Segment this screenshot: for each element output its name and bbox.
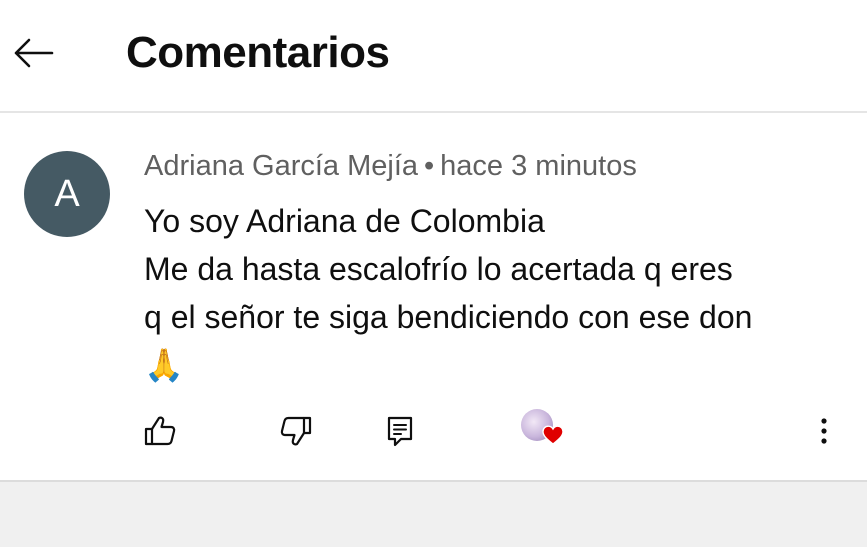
comment-item: A Adriana García Mejía • hace 3 minutos Yo… [0,113,867,482]
comment-line: q el señor te siga bendiciendo con ese d… [144,299,753,335]
comment-actions [0,409,867,457]
thumbs-down-icon [280,416,312,446]
comment-time: hace 3 minutos [440,150,637,182]
comment-text: Yo soy Adriana de Colombia Me da hasta e… [144,197,844,389]
reply-button[interactable] [376,409,424,453]
avatar[interactable]: A [24,151,110,237]
next-section-placeholder [0,482,867,547]
more-options-button[interactable] [800,409,848,453]
comment-line-emoji: 🙏 [144,341,844,389]
comment-meta: Adriana García Mejía • hace 3 minutos [144,150,637,183]
page-title: Comentarios [126,28,390,77]
reply-icon [387,416,413,447]
dislike-button[interactable] [272,409,320,453]
author-name[interactable]: Adriana García Mejía [144,150,418,182]
heart-icon [542,425,564,445]
thumbs-up-icon [144,416,176,446]
comment-line: Me da hasta escalofrío lo acertada q ere… [144,251,733,287]
app-header: Comentarios [0,0,867,113]
back-button[interactable] [10,30,56,76]
like-button[interactable] [136,409,184,453]
creator-heart-badge [518,407,570,453]
meta-separator: • [424,150,435,182]
comment-line: Yo soy Adriana de Colombia [144,203,545,239]
folded-hands-emoji: 🙏 [144,347,184,383]
arrow-left-icon [14,38,54,68]
more-vertical-icon [821,418,827,444]
avatar-letter: A [54,172,80,215]
